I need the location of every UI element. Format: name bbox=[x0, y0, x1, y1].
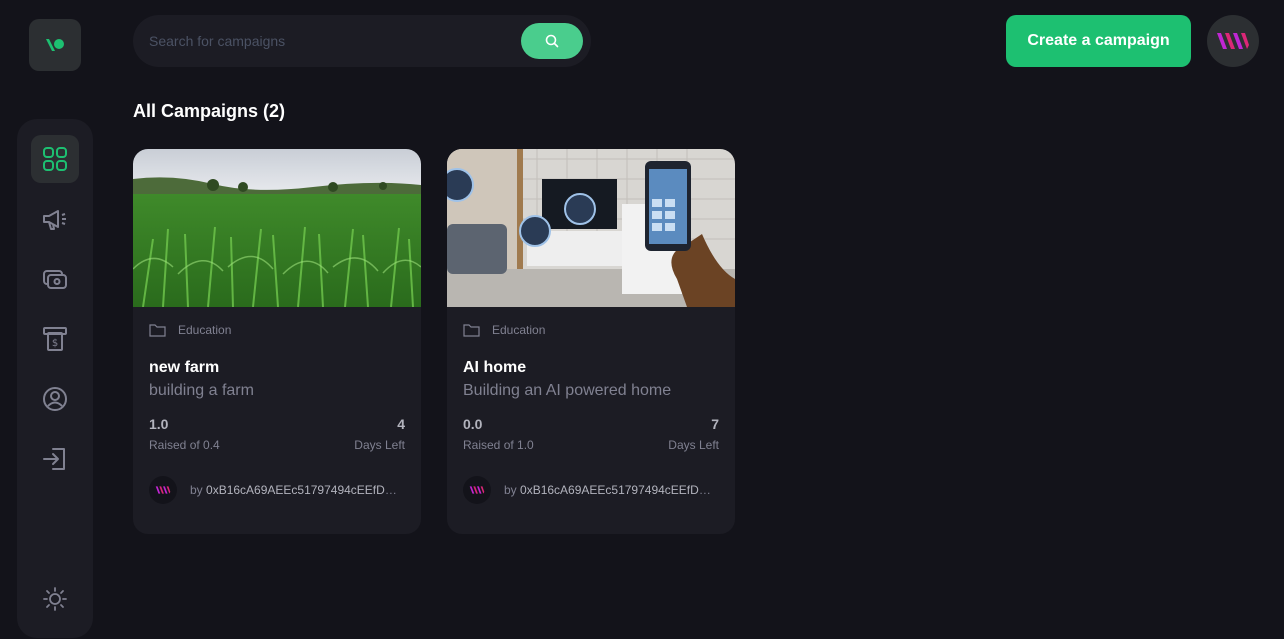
sidebar-item-payment[interactable] bbox=[31, 255, 79, 303]
days-label: Days Left bbox=[354, 438, 405, 452]
campaign-image-farm bbox=[133, 149, 421, 307]
raised-stat: 1.0 Raised of 0.4 bbox=[149, 416, 220, 452]
owner-avatar bbox=[463, 476, 491, 504]
campaign-card[interactable]: Education AI home Building an AI powered… bbox=[447, 149, 735, 534]
raised-label: Raised of 0.4 bbox=[149, 438, 220, 452]
create-campaign-button[interactable]: Create a campaign bbox=[1006, 15, 1191, 67]
app-logo[interactable] bbox=[29, 19, 81, 71]
campaign-description: Building an AI powered home bbox=[463, 382, 672, 399]
withdraw-icon: $ bbox=[43, 327, 67, 351]
user-avatar-logo-icon bbox=[1217, 33, 1249, 49]
campaign-title: AI home bbox=[463, 359, 527, 376]
campaign-card[interactable]: Education new farm building a farm 1.0 R… bbox=[133, 149, 421, 534]
campaign-megaphone-icon bbox=[43, 210, 66, 230]
avatar[interactable] bbox=[1207, 15, 1259, 67]
campaign-image-smart-home bbox=[447, 149, 735, 307]
logout-icon bbox=[43, 448, 65, 470]
folder-icon bbox=[463, 324, 480, 337]
logo-mark-icon bbox=[46, 39, 64, 51]
sidebar: $ bbox=[17, 119, 93, 638]
search-input[interactable] bbox=[149, 33, 521, 49]
raised-value: 0.0 bbox=[463, 416, 483, 432]
profile-icon bbox=[43, 387, 67, 411]
payment-icon bbox=[43, 270, 67, 289]
theme-toggle[interactable] bbox=[31, 575, 79, 623]
days-stat: 7 Days Left bbox=[668, 416, 719, 452]
owner-logo-icon bbox=[155, 486, 171, 494]
sidebar-item-withdraw[interactable]: $ bbox=[31, 315, 79, 363]
days-value: 7 bbox=[711, 416, 719, 432]
owner-address: by 0xB16cA69AEEc51797494cEEfD1c... bbox=[504, 483, 714, 497]
days-value: 4 bbox=[397, 416, 405, 432]
owner-avatar bbox=[149, 476, 177, 504]
days-label: Days Left bbox=[668, 438, 719, 452]
raised-stat: 0.0 Raised of 1.0 bbox=[463, 416, 534, 452]
campaign-description: building a farm bbox=[149, 382, 254, 399]
search-icon bbox=[545, 34, 559, 48]
sidebar-item-logout[interactable] bbox=[31, 435, 79, 483]
days-stat: 4 Days Left bbox=[354, 416, 405, 452]
svg-text:$: $ bbox=[52, 338, 58, 349]
sidebar-item-dashboard[interactable] bbox=[31, 135, 79, 183]
search-button[interactable] bbox=[521, 23, 583, 59]
campaign-category: Education bbox=[492, 323, 546, 337]
sidebar-item-profile[interactable] bbox=[31, 375, 79, 423]
page-title: All Campaigns (2) bbox=[133, 101, 286, 121]
sidebar-item-campaign[interactable] bbox=[31, 195, 79, 243]
owner-address: by 0xB16cA69AEEc51797494cEEfD1c... bbox=[190, 483, 400, 497]
campaign-category: Education bbox=[178, 323, 232, 337]
dashboard-icon bbox=[43, 147, 67, 171]
sun-icon bbox=[43, 587, 67, 611]
owner-logo-icon bbox=[469, 486, 485, 494]
campaign-title: new farm bbox=[149, 359, 220, 376]
raised-label: Raised of 1.0 bbox=[463, 438, 534, 452]
search-bar bbox=[133, 15, 591, 67]
raised-value: 1.0 bbox=[149, 416, 169, 432]
folder-icon bbox=[149, 324, 166, 337]
